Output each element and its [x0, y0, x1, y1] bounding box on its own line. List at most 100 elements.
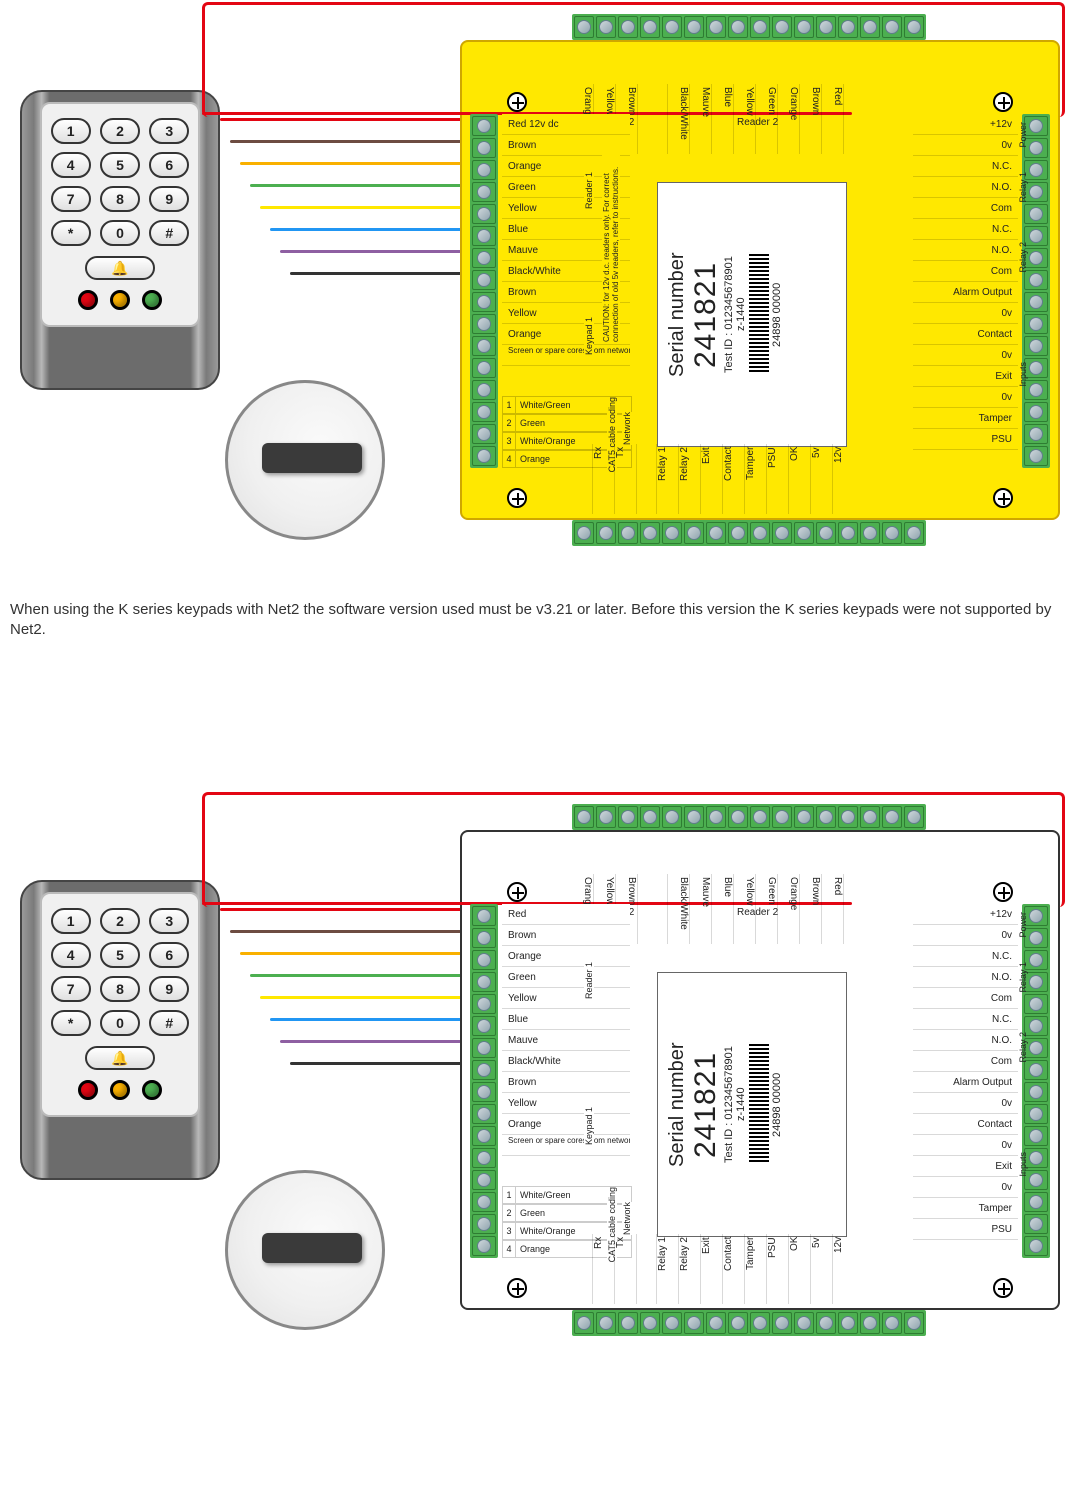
led-amber-icon: [110, 1080, 130, 1100]
key-3[interactable]: 3: [149, 118, 189, 144]
acu-bot-label: Relay 1: [656, 444, 678, 514]
acu-right-label: N.O.: [913, 1030, 1018, 1051]
acu-board-white: Orange Yellow Brown Black/White Mauve Bl…: [460, 790, 1060, 1320]
cat5-num: 1: [502, 396, 516, 414]
led-amber-icon: [110, 290, 130, 310]
acu-left-label: Red 12v dc: [502, 114, 630, 135]
acu-bot-label: OK: [788, 444, 810, 514]
acu-bot-label: Rx: [592, 1234, 614, 1304]
acu-bot-label: OK: [788, 1234, 810, 1304]
screw-icon: [507, 882, 527, 902]
acu-right-label: Alarm Output: [913, 282, 1018, 303]
acu-right-label: 0v: [913, 925, 1018, 946]
barcode-icon: [749, 255, 769, 375]
keypad-bell-button[interactable]: 🔔: [85, 1046, 155, 1070]
group-power: Power: [1018, 912, 1028, 938]
key-6[interactable]: 6: [149, 942, 189, 968]
acu-left-label-screen: Screen or spare cores from network cable: [502, 1135, 630, 1156]
key-2[interactable]: 2: [100, 908, 140, 934]
key-8[interactable]: 8: [100, 976, 140, 1002]
acu-bottom-labels: Rx Tx Relay 1 Relay 2 Exit Contact Tampe…: [592, 1234, 854, 1304]
acu-right-label: 0v: [913, 135, 1018, 156]
keypad-device: 1 2 3 4 5 6 7 8 9 * 0 # 🔔: [20, 90, 220, 390]
screw-icon: [993, 1278, 1013, 1298]
sticker-barcode-text: 24898 00000: [771, 981, 783, 1228]
acu-top-label: Black/White: [668, 874, 690, 944]
key-0[interactable]: 0: [100, 220, 140, 246]
group-power: Power: [1018, 122, 1028, 148]
key-9[interactable]: 9: [149, 976, 189, 1002]
acu-top-label: Red: [822, 874, 844, 944]
sticker-test-id: Test ID : 012345678901: [723, 191, 735, 438]
group-keypad1: Keypad 1: [584, 317, 594, 355]
group-relay2: Relay 2: [1018, 1032, 1028, 1063]
key-9[interactable]: 9: [149, 186, 189, 212]
group-inputs: Inputs: [1018, 1152, 1028, 1177]
key-star[interactable]: *: [51, 220, 91, 246]
key-4[interactable]: 4: [51, 942, 91, 968]
acu-pcb: Orange Yellow Brown Black/White Mauve Bl…: [460, 40, 1060, 520]
key-1[interactable]: 1: [51, 118, 91, 144]
screw-icon: [993, 882, 1013, 902]
acu-right-label: Contact: [913, 1114, 1018, 1135]
acu-bot-label: Tx: [614, 444, 636, 514]
acu-bot-label: Relay 1: [656, 1234, 678, 1304]
screw-icon: [507, 92, 527, 112]
network-header: Network: [622, 1202, 632, 1235]
key-0[interactable]: 0: [100, 1010, 140, 1036]
acu-left-label: Brown: [502, 925, 630, 946]
cat5-num: 2: [502, 1204, 516, 1222]
key-8[interactable]: 8: [100, 186, 140, 212]
terminal-row-bottom: [572, 520, 926, 546]
terminal-col-right: [1022, 114, 1050, 468]
key-hash[interactable]: #: [149, 1010, 189, 1036]
key-7[interactable]: 7: [51, 976, 91, 1002]
keypad-device: 1 2 3 4 5 6 7 8 9 * 0 # 🔔: [20, 880, 220, 1180]
acu-right-label: +12v: [913, 114, 1018, 135]
diagram-page: 1 2 3 4 5 6 7 8 9 * 0 # 🔔: [10, 10, 1079, 1477]
key-5[interactable]: 5: [100, 152, 140, 178]
terminal-col-right: [1022, 904, 1050, 1258]
sticker-serial: 241821: [689, 191, 723, 438]
key-star[interactable]: *: [51, 1010, 91, 1036]
cat5-num: 4: [502, 450, 516, 468]
acu-bot-label: 5v: [810, 1234, 832, 1304]
key-hash[interactable]: #: [149, 220, 189, 246]
acu-bot-label: Exit: [700, 444, 722, 514]
acu-right-label: Exit: [913, 366, 1018, 387]
group-relay2: Relay 2: [1018, 242, 1028, 273]
sticker-part: z-1440: [735, 981, 747, 1228]
key-4[interactable]: 4: [51, 152, 91, 178]
acu-right-label: 0v: [913, 345, 1018, 366]
key-2[interactable]: 2: [100, 118, 140, 144]
acu-bot-label: Tx: [614, 1234, 636, 1304]
key-1[interactable]: 1: [51, 908, 91, 934]
acu-right-label: Alarm Output: [913, 1072, 1018, 1093]
sticker-title: Serial number: [666, 981, 689, 1228]
acu-right-label: N.C.: [913, 219, 1018, 240]
key-5[interactable]: 5: [100, 942, 140, 968]
acu-right-label: N.O.: [913, 177, 1018, 198]
key-7[interactable]: 7: [51, 186, 91, 212]
acu-left-labels: Red Brown Orange Green Yellow Blue Mauve…: [502, 904, 630, 1156]
acu-top-label: Mauve: [690, 874, 712, 944]
connector-magnifier-icon: [225, 1170, 385, 1330]
terminal-col-left: [470, 114, 498, 468]
key-6[interactable]: 6: [149, 152, 189, 178]
acu-right-label: 0v: [913, 1093, 1018, 1114]
acu-left-label: Orange: [502, 1114, 630, 1135]
acu-bot-label: 12v: [832, 444, 854, 514]
cat5-num: 3: [502, 1222, 516, 1240]
group-reader1: Reader 1: [584, 962, 594, 999]
key-3[interactable]: 3: [149, 908, 189, 934]
group-relay1: Relay 1: [1018, 962, 1028, 993]
wiring-loom-top: [220, 118, 500, 318]
acu-bot-label: Relay 2: [678, 1234, 700, 1304]
acu-bot-label: Contact: [722, 444, 744, 514]
acu-top-label: Blue: [712, 84, 734, 154]
keypad-bell-button[interactable]: 🔔: [85, 256, 155, 280]
sticker-title: Serial number: [666, 191, 689, 438]
acu-right-label: Com: [913, 261, 1018, 282]
acu-top-label: Brown: [800, 84, 822, 154]
acu-left-label-screen: Screen or spare cores from network cable: [502, 345, 630, 366]
